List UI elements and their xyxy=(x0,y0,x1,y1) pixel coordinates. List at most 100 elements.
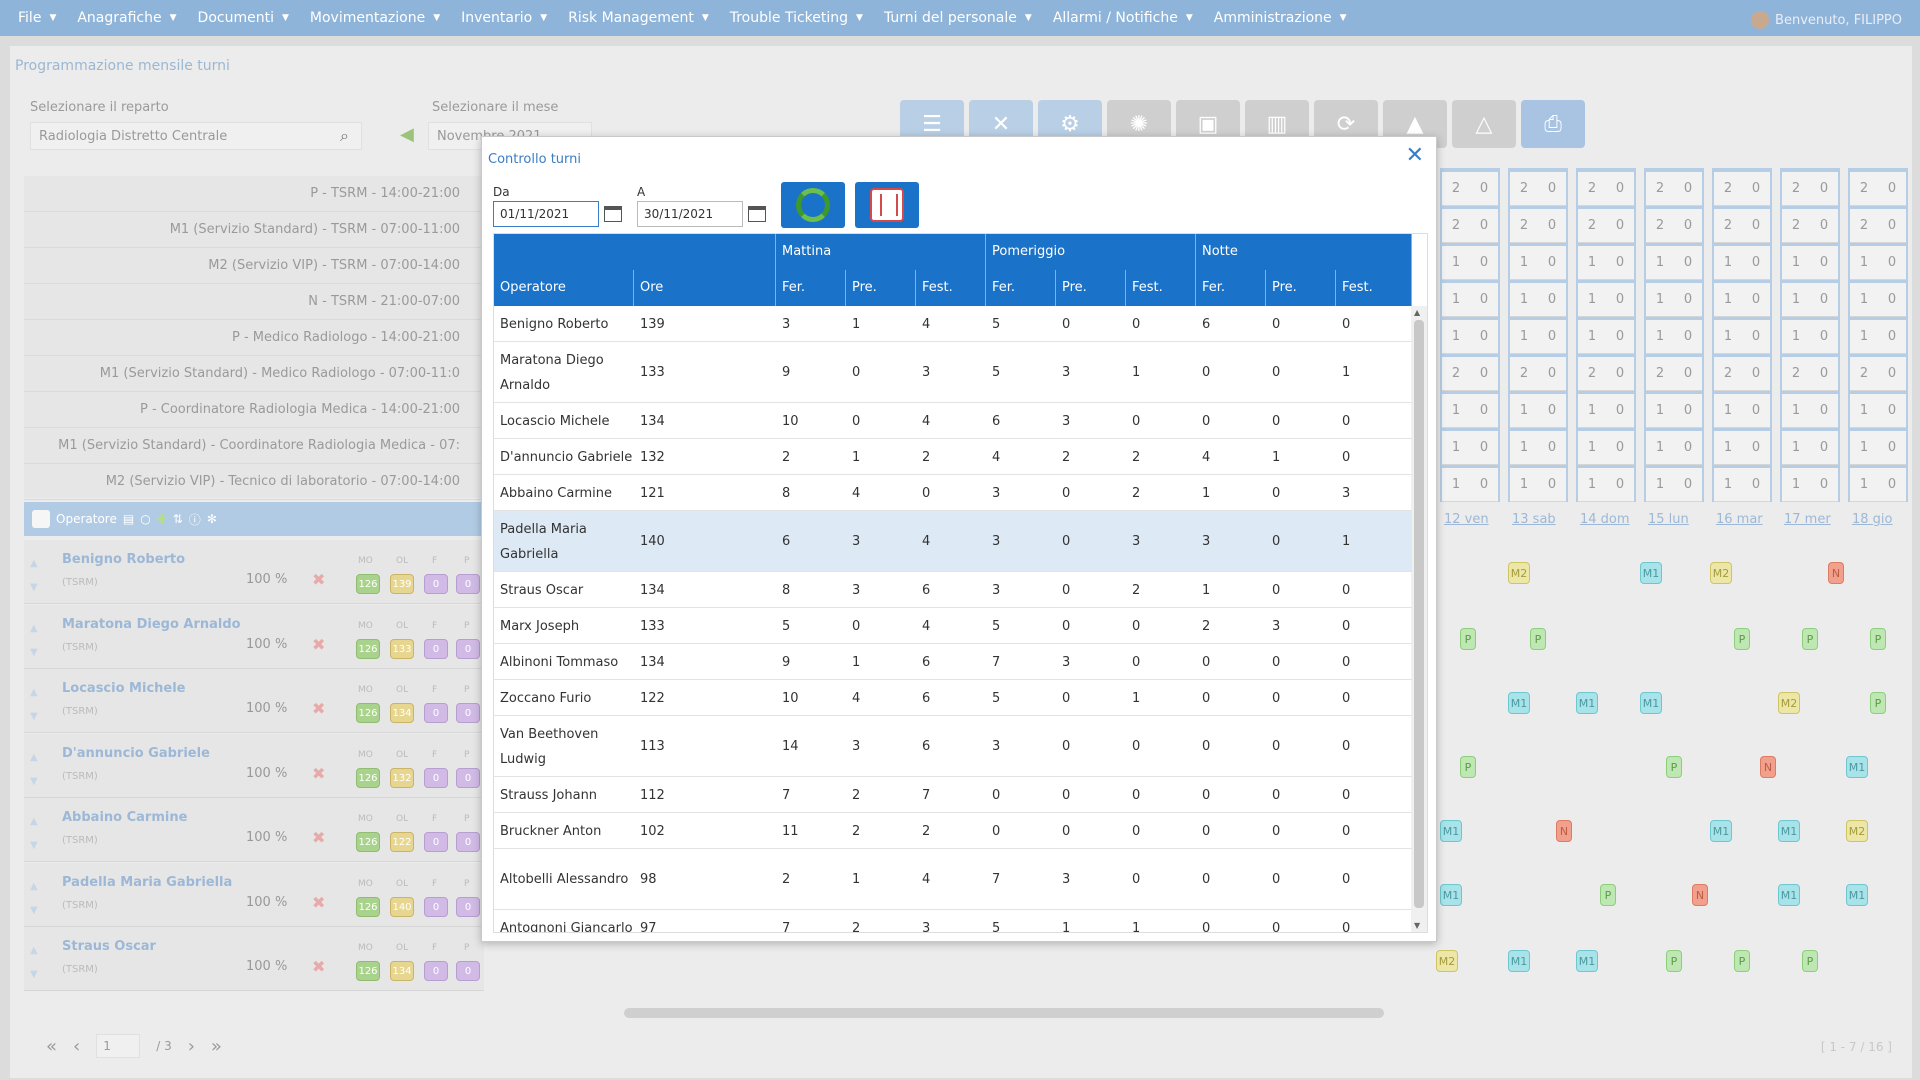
close-icon[interactable]: ✕ xyxy=(1406,143,1424,168)
menu-item[interactable]: Amministrazione ▼ xyxy=(1214,10,1347,26)
last-page-icon[interactable]: » xyxy=(211,1036,222,1057)
operator-name[interactable]: Abbaino Carmine xyxy=(62,810,187,825)
calendar-icon[interactable] xyxy=(604,206,622,222)
column-header[interactable]: Fer. xyxy=(776,270,846,306)
shift-tag[interactable]: M2 xyxy=(1436,950,1458,972)
table-row[interactable]: Straus Oscar 134 8 3 6 3 0 2 1 0 0 xyxy=(494,572,1412,608)
table-row[interactable]: Maratona Diego Arnaldo 133 9 0 3 5 3 1 0 0 1 xyxy=(494,342,1412,403)
shift-tag[interactable]: M1 xyxy=(1576,950,1598,972)
gear-icon[interactable]: ✻ xyxy=(207,512,217,526)
prev-month-icon[interactable]: ◀ xyxy=(400,124,414,145)
reorder-arrows-icon[interactable]: ▲ ▼ xyxy=(30,746,38,794)
search-icon[interactable]: ⌕ xyxy=(340,126,349,146)
remove-icon[interactable]: ✖ xyxy=(312,764,325,783)
shift-tag[interactable]: M1 xyxy=(1640,692,1662,714)
column-header[interactable]: Fer. xyxy=(986,270,1056,306)
calendar-icon[interactable] xyxy=(748,206,766,222)
shift-tag[interactable]: M1 xyxy=(1576,692,1598,714)
reorder-arrows-icon[interactable]: ▲ ▼ xyxy=(30,939,38,987)
shift-tag[interactable]: M1 xyxy=(1846,756,1868,778)
table-row[interactable]: Locascio Michele 134 10 0 4 6 3 0 0 0 0 xyxy=(494,403,1412,439)
table-row[interactable]: Marx Joseph 133 5 0 4 5 0 0 2 3 0 xyxy=(494,608,1412,644)
operator-name[interactable]: Maratona Diego Arnaldo xyxy=(62,617,241,632)
remove-icon[interactable]: ✖ xyxy=(312,570,325,589)
menu-item[interactable]: Documenti ▼ xyxy=(198,10,289,26)
shift-tag[interactable]: M1 xyxy=(1440,884,1462,906)
shift-tag[interactable]: M1 xyxy=(1778,884,1800,906)
shift-tag[interactable]: P xyxy=(1870,628,1886,650)
shift-tag[interactable]: M2 xyxy=(1508,562,1530,584)
operator-name[interactable]: D'annuncio Gabriele xyxy=(62,746,210,761)
operator-row[interactable]: ▲ ▼ Locascio Michele (TSRM) 100 % ✖ MO OL… xyxy=(24,669,484,733)
operator-row[interactable]: ▲ ▼ Maratona Diego Arnaldo (TSRM) 100 % ✖… xyxy=(24,604,484,669)
info-icon[interactable]: ⓘ xyxy=(189,511,201,528)
unlock-icon[interactable]: △ xyxy=(1452,100,1516,148)
shift-tag[interactable]: P xyxy=(1870,692,1886,714)
table-row[interactable]: Van Beethoven Ludwig 113 14 3 6 3 0 0 0 0 0 xyxy=(494,716,1412,777)
menu-item[interactable]: File ▼ xyxy=(18,10,56,26)
remove-icon[interactable]: ✖ xyxy=(312,828,325,847)
scroll-up-icon[interactable]: ▲ xyxy=(1414,308,1420,317)
menu-item[interactable]: Trouble Ticketing ▼ xyxy=(730,10,863,26)
shift-tag[interactable]: P xyxy=(1460,756,1476,778)
shift-tag[interactable]: N xyxy=(1692,884,1708,906)
shift-tag[interactable]: M2 xyxy=(1778,692,1800,714)
day-label[interactable]: 17 mer xyxy=(1784,512,1831,527)
table-row[interactable]: D'annuncio Gabriele 132 2 1 2 4 2 2 4 1 0 xyxy=(494,439,1412,475)
operator-name[interactable]: Benigno Roberto xyxy=(62,552,185,567)
menu-item[interactable]: Movimentazione ▼ xyxy=(310,10,440,26)
operator-name[interactable]: Padella Maria Gabriella xyxy=(62,875,232,890)
operator-row[interactable]: ▲ ▼ Straus Oscar (TSRM) 100 % ✖ MO OL F P… xyxy=(24,927,484,991)
column-header[interactable]: Pre. xyxy=(1056,270,1126,306)
add-icon[interactable]: ✚ xyxy=(157,512,167,526)
table-row[interactable]: Bruckner Anton 102 11 2 2 0 0 0 0 0 0 xyxy=(494,813,1412,849)
table-row[interactable]: Benigno Roberto 139 3 1 4 5 0 0 6 0 0 xyxy=(494,306,1412,342)
table-row[interactable]: Antognoni Giancarlo 97 7 2 3 5 1 1 0 0 0 xyxy=(494,910,1412,933)
export-excel-button[interactable] xyxy=(855,182,919,228)
column-header[interactable]: Fest. xyxy=(1126,270,1196,306)
horizontal-scrollbar[interactable] xyxy=(624,1008,1384,1018)
remove-icon[interactable]: ✖ xyxy=(312,635,325,654)
reorder-arrows-icon[interactable]: ▲ ▼ xyxy=(30,875,38,923)
next-page-icon[interactable]: › xyxy=(188,1036,195,1057)
reorder-arrows-icon[interactable]: ▲ ▼ xyxy=(30,810,38,858)
table-row[interactable]: Abbaino Carmine 121 8 4 0 3 0 2 1 0 3 xyxy=(494,475,1412,511)
shift-tag[interactable]: P xyxy=(1460,628,1476,650)
column-header[interactable]: Pre. xyxy=(1266,270,1336,306)
reorder-arrows-icon[interactable]: ▲ ▼ xyxy=(30,552,38,600)
shift-tag[interactable]: P xyxy=(1802,950,1818,972)
column-header[interactable]: Pre. xyxy=(846,270,916,306)
shift-tag[interactable]: M1 xyxy=(1846,884,1868,906)
vertical-scrollbar[interactable]: ▲ ▼ xyxy=(1411,306,1427,932)
day-label[interactable]: 15 lun xyxy=(1648,512,1689,527)
circle-icon[interactable]: ○ xyxy=(140,512,150,526)
day-label[interactable]: 14 dom xyxy=(1580,512,1630,527)
shift-tag[interactable]: M2 xyxy=(1846,820,1868,842)
menu-item[interactable]: Risk Management ▼ xyxy=(568,10,709,26)
a-input[interactable]: 30/11/2021 xyxy=(637,201,743,227)
table-row[interactable]: Strauss Johann 112 7 2 7 0 0 0 0 0 0 xyxy=(494,777,1412,813)
remove-icon[interactable]: ✖ xyxy=(312,893,325,912)
print-icon[interactable]: ⎙ xyxy=(1521,100,1585,148)
shift-tag[interactable]: P xyxy=(1802,628,1818,650)
shift-tag[interactable]: P xyxy=(1600,884,1616,906)
operator-row[interactable]: ▲ ▼ Padella Maria Gabriella (TSRM) 100 % … xyxy=(24,862,484,927)
reorder-arrows-icon[interactable]: ▲ ▼ xyxy=(30,681,38,729)
refresh-button[interactable] xyxy=(781,182,845,228)
shift-tag[interactable]: P xyxy=(1666,950,1682,972)
shift-tag[interactable]: M2 xyxy=(1710,562,1732,584)
remove-icon[interactable]: ✖ xyxy=(312,699,325,718)
operator-row[interactable]: ▲ ▼ D'annuncio Gabriele (TSRM) 100 % ✖ MO… xyxy=(24,733,484,798)
column-header[interactable]: Fest. xyxy=(916,270,986,306)
shift-tag[interactable]: N xyxy=(1760,756,1776,778)
select-all-checkbox[interactable] xyxy=(32,510,50,528)
day-label[interactable]: 16 mar xyxy=(1716,512,1763,527)
table-row[interactable]: Zoccano Furio 122 10 4 6 5 0 1 0 0 0 xyxy=(494,680,1412,716)
operator-name[interactable]: Straus Oscar xyxy=(62,939,156,954)
menu-item[interactable]: Anagrafiche ▼ xyxy=(77,10,176,26)
doc-icon[interactable]: ▤ xyxy=(123,512,134,526)
sort-icon[interactable]: ⇅ xyxy=(173,512,183,526)
menu-item[interactable]: Inventario ▼ xyxy=(461,10,547,26)
day-label[interactable]: 12 ven xyxy=(1444,512,1489,527)
first-page-icon[interactable]: « xyxy=(46,1036,57,1057)
